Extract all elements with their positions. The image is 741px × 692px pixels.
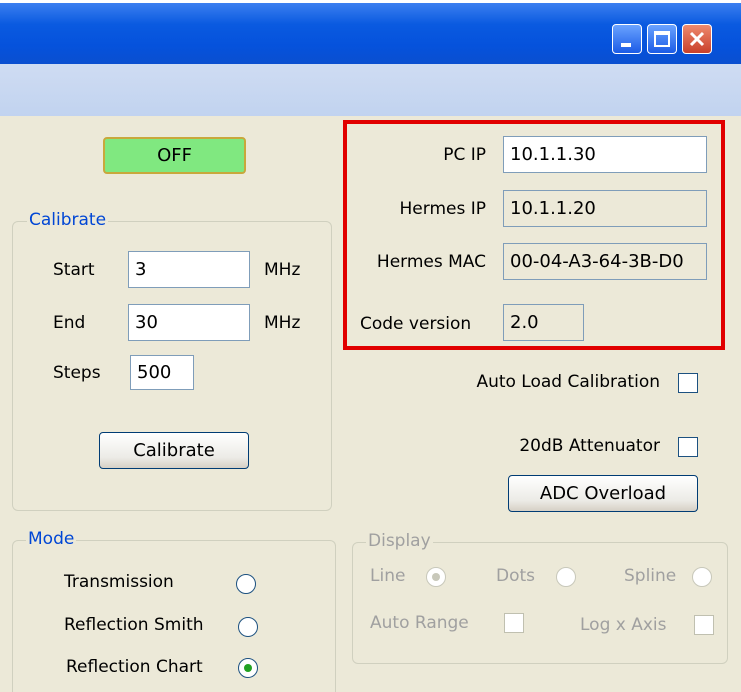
steps-label: Steps	[53, 363, 101, 383]
radio-selected-dot	[244, 664, 252, 672]
hermes-ip-label: Hermes IP	[399, 199, 486, 219]
mode-option-label: Reflection Smith	[64, 615, 204, 635]
start-unit: MHz	[264, 260, 301, 280]
mode-option-label: Transmission	[64, 572, 174, 592]
pc-ip-input[interactable]: 10.1.1.30	[503, 136, 707, 173]
auto-load-label: Auto Load Calibration	[476, 372, 660, 392]
maximize-button[interactable]	[647, 24, 677, 54]
mode-radio-reflection-smith[interactable]	[238, 617, 258, 637]
hermes-mac-label: Hermes MAC	[376, 252, 486, 272]
end-unit: MHz	[264, 313, 301, 333]
mode-option-label: Reflection Chart	[66, 657, 203, 677]
auto-range-checkbox[interactable]	[504, 613, 524, 633]
calibrate-button[interactable]: Calibrate	[99, 432, 249, 469]
minimize-button[interactable]	[612, 24, 642, 54]
mode-radio-transmission[interactable]	[236, 574, 256, 594]
start-input[interactable]: 3	[128, 251, 250, 288]
adc-overload-button[interactable]: ADC Overload	[508, 475, 698, 512]
mode-legend: Mode	[26, 529, 77, 549]
log-x-axis-checkbox[interactable]	[694, 615, 714, 635]
toolbar-strip	[0, 64, 741, 116]
maximize-icon	[654, 31, 670, 47]
line-label: Line	[370, 566, 406, 586]
attenuator-checkbox[interactable]	[678, 437, 698, 457]
mode-radio-reflection-chart[interactable]	[238, 658, 258, 678]
minimize-icon	[621, 43, 631, 47]
attenuator-label: 20dB Attenuator	[519, 436, 660, 456]
end-input[interactable]: 30	[128, 304, 250, 341]
close-button[interactable]	[682, 24, 712, 54]
display-group	[352, 542, 728, 664]
line-radio[interactable]	[426, 567, 446, 587]
start-label: Start	[53, 260, 95, 280]
code-version-field: 2.0	[503, 304, 584, 341]
pc-ip-label: PC IP	[443, 145, 486, 165]
power-toggle-button[interactable]: OFF	[103, 137, 246, 174]
hermes-ip-field: 10.1.1.20	[503, 190, 707, 227]
calibrate-legend: Calibrate	[27, 210, 109, 230]
close-icon	[689, 31, 705, 47]
spline-radio[interactable]	[692, 567, 712, 587]
steps-input[interactable]: 500	[130, 355, 194, 390]
hermes-mac-field: 00-04-A3-64-3B-D0	[503, 243, 707, 280]
end-label: End	[53, 313, 86, 333]
spline-label: Spline	[624, 566, 677, 586]
auto-range-label: Auto Range	[370, 613, 469, 633]
radio-selected-dot	[432, 573, 440, 581]
dots-radio[interactable]	[556, 567, 576, 587]
code-version-label: Code version	[360, 314, 472, 334]
auto-load-checkbox[interactable]	[678, 373, 698, 393]
log-x-axis-label: Log x Axis	[580, 615, 667, 635]
display-legend: Display	[366, 531, 433, 551]
dots-label: Dots	[496, 566, 536, 586]
